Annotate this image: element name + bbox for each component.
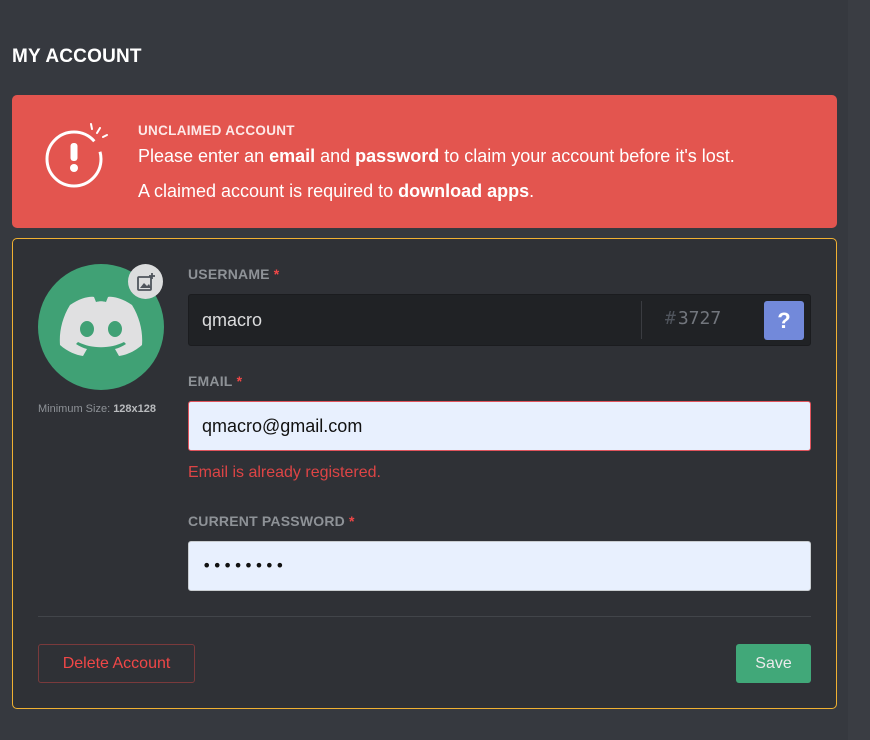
unclaimed-account-banner: UNCLAIMED ACCOUNT Please enter an email … [12,95,837,228]
avatar-container[interactable] [38,264,164,390]
username-label: USERNAME * [188,266,280,282]
email-input[interactable]: qmacro@gmail.com [188,401,811,451]
banner-submessage: A claimed account is required to downloa… [138,181,535,201]
delete-account-button[interactable]: Delete Account [38,644,195,683]
username-field: qmacro #3727 ? [188,294,811,346]
alert-icon [45,123,108,188]
banner-message: Please enter an email and password to cl… [138,146,735,166]
avatar-min-size: Minimum Size: 128x128 [38,403,157,415]
field-divider [641,301,642,339]
page-title: MY ACCOUNT [12,46,142,67]
section-divider [38,616,811,617]
password-label: CURRENT PASSWORD * [188,513,355,529]
username-input[interactable]: qmacro [189,295,641,345]
banner-heading: UNCLAIMED ACCOUNT [138,123,295,138]
discriminator-input[interactable]: #3727 [665,308,721,329]
password-input[interactable]: •••••••• [188,541,811,591]
avatar-upload-button[interactable] [128,264,163,299]
discord-logo-icon [59,296,143,356]
save-button[interactable]: Save [736,644,811,683]
email-label: EMAIL * [188,373,243,389]
discriminator-help-button[interactable]: ? [764,301,804,340]
email-error: Email is already registered. [188,464,381,481]
scroll-gutter [848,0,870,740]
image-upload-icon [136,272,155,291]
account-card: Minimum Size: 128x128 USERNAME * qmacro #… [12,238,837,709]
